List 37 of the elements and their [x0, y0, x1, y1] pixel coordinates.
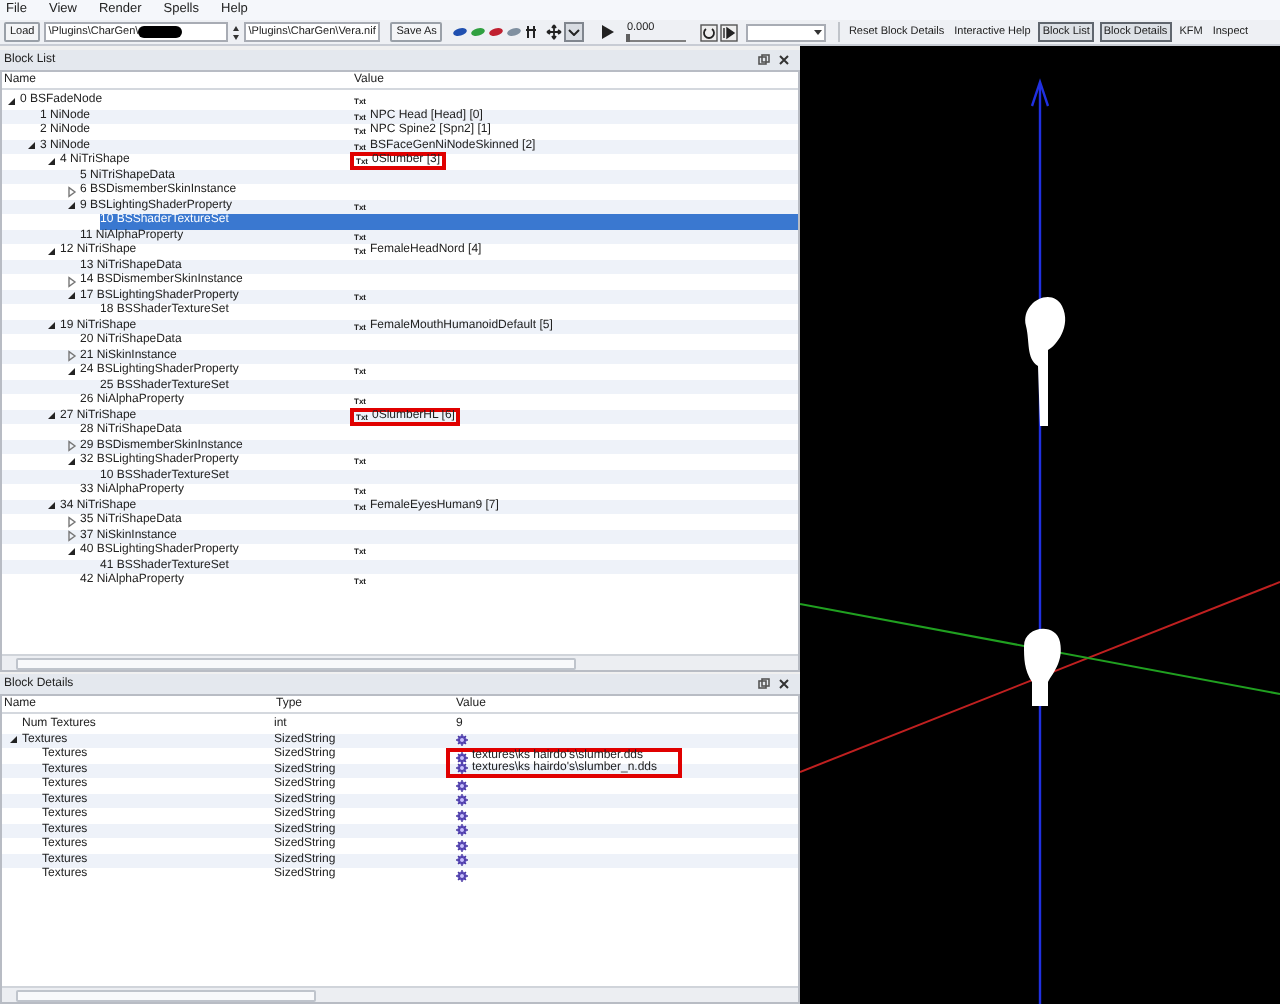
expanded-arrow-icon[interactable]: [66, 455, 78, 468]
play-icon[interactable]: [600, 24, 617, 40]
dropdown-button[interactable]: [564, 22, 585, 42]
expanded-arrow-icon[interactable]: [26, 140, 38, 153]
loop-icon[interactable]: [700, 23, 719, 41]
close-icon[interactable]: [778, 54, 790, 66]
expanded-arrow-icon[interactable]: [66, 365, 78, 378]
caret-icon: [568, 28, 581, 36]
slider-thumb[interactable]: [626, 34, 631, 42]
collapsed-arrow-icon[interactable]: [66, 530, 78, 543]
spin-arrows-icon[interactable]: [232, 23, 241, 41]
float-icon[interactable]: [758, 54, 770, 66]
caret-icon: [814, 29, 823, 35]
expanded-arrow-icon[interactable]: [66, 545, 78, 558]
expanded-arrow-icon[interactable]: [46, 500, 58, 513]
time-slider[interactable]: [626, 34, 687, 42]
collapsed-arrow-icon[interactable]: [66, 440, 78, 453]
float-icon[interactable]: [758, 678, 770, 690]
collapsed-arrow-icon[interactable]: [66, 515, 78, 528]
head-model: [1024, 628, 1061, 706]
expanded-arrow-icon[interactable]: [46, 320, 58, 333]
horizontal-scrollbar[interactable]: [2, 654, 798, 670]
move-icon[interactable]: [546, 24, 563, 40]
expanded-arrow-icon[interactable]: [66, 290, 78, 303]
close-icon[interactable]: [778, 678, 790, 690]
collapsed-arrow-icon[interactable]: [66, 185, 78, 198]
expanded-arrow-icon[interactable]: [8, 734, 20, 747]
expanded-arrow-icon[interactable]: [46, 410, 58, 423]
expanded-arrow-icon[interactable]: [66, 200, 78, 213]
step-icon[interactable]: [720, 23, 739, 41]
expanded-arrow-icon[interactable]: [46, 155, 58, 168]
collapsed-arrow-icon[interactable]: [66, 350, 78, 363]
collapsed-arrow-icon[interactable]: [66, 275, 78, 288]
expanded-arrow-icon[interactable]: [6, 95, 18, 108]
expanded-arrow-icon[interactable]: [46, 245, 58, 258]
hair-model: [1025, 296, 1066, 426]
horizontal-scrollbar[interactable]: [2, 986, 798, 1002]
